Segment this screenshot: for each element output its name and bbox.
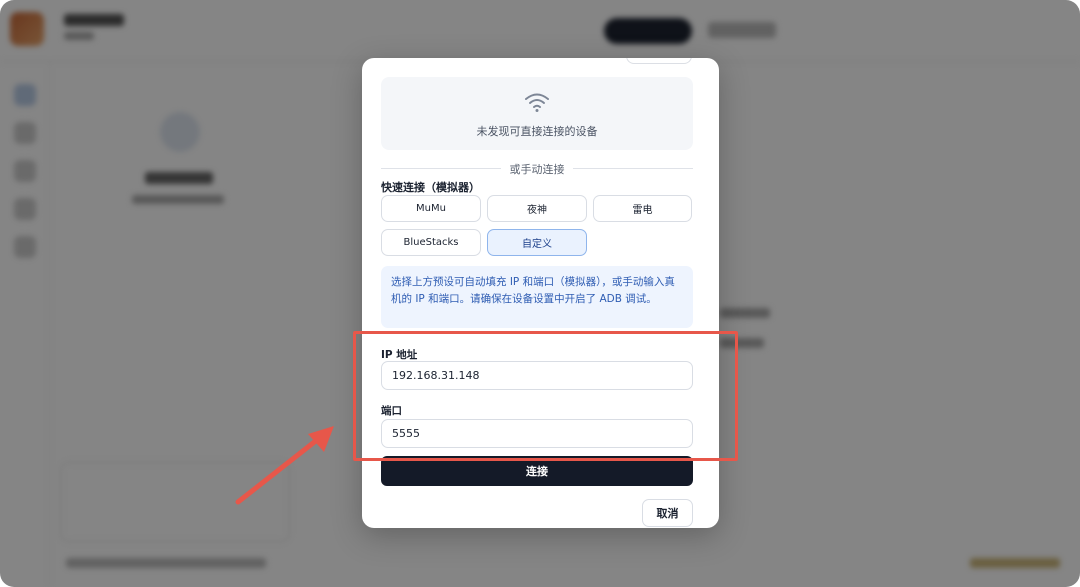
preset-bluestacks-button[interactable]: BlueStacks [381,229,481,256]
preset-nox-button[interactable]: 夜神 [487,195,587,222]
no-devices-message: 未发现可直接连接的设备 [476,125,598,138]
cancel-button[interactable]: 取消 [642,499,693,527]
quick-connect-title: 快速连接（模拟器） [381,181,480,194]
annotation-arrow-icon [235,426,334,505]
manual-connect-divider: 或手动连接 [381,161,693,177]
wifi-icon [525,93,549,112]
device-discovery-panel: 未发现可直接连接的设备 [381,77,693,150]
preset-ldplayer-button[interactable]: 雷电 [593,195,692,222]
connection-info-note: 选择上方预设可自动填充 IP 和端口（模拟器），或手动输入真机的 IP 和端口。… [381,266,693,328]
divider-label: 或手动连接 [501,161,573,177]
preset-mumu-button[interactable]: MuMu [381,195,481,222]
annotation-highlight-box [353,331,738,461]
screenshot-frame: 未发现可直接连接的设备 或手动连接 快速连接（模拟器） MuMu 夜神 雷电 B… [0,0,1080,587]
preset-custom-button[interactable]: 自定义 [487,229,587,256]
scrolled-button-edge [626,58,692,64]
